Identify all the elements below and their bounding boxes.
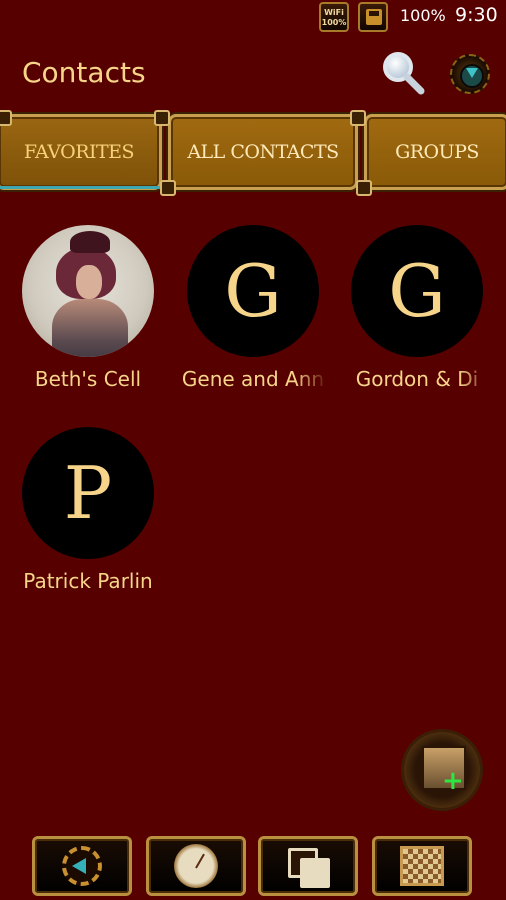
tab-corner-ornament [0, 110, 12, 126]
favorite-contact-patrick[interactable]: P Patrick Parlin [13, 427, 163, 593]
tab-all-contacts[interactable]: ALL CONTACTS [168, 114, 358, 190]
contact-name: Patrick Parlin [23, 569, 153, 593]
wifi-label: WiFi [324, 8, 344, 17]
nav-app-grid-button[interactable] [372, 836, 472, 896]
floppy-disk-icon [358, 2, 388, 32]
contact-name: Gene and Ann [181, 367, 325, 391]
selected-tab-indicator [0, 186, 164, 189]
status-bar: WiFi 100% 100% 9:30 [0, 0, 506, 34]
contact-name: Beth's Cell [34, 367, 142, 391]
app-grid-icon [400, 846, 444, 886]
tab-favorites[interactable]: FAVORITES [0, 114, 162, 190]
nav-home-button[interactable] [146, 836, 246, 896]
tab-corner-ornament [350, 110, 366, 126]
tab-groups[interactable]: GROUPS [364, 114, 506, 190]
page-title: Contacts [22, 56, 146, 89]
back-icon [62, 846, 102, 886]
search-icon [383, 52, 425, 95]
avatar: G [187, 225, 319, 357]
search-button[interactable] [380, 50, 426, 96]
wifi-icon: WiFi 100% [319, 2, 349, 32]
favorite-contact-beth[interactable]: Beth's Cell [13, 225, 163, 391]
avatar: P [22, 427, 154, 559]
clock: 9:30 [455, 4, 498, 26]
favorite-contact-gordon-di[interactable]: G Gordon & Di [342, 225, 492, 391]
wifi-level: 100% [321, 18, 347, 27]
favorite-contact-gene-ann[interactable]: G Gene and Ann [178, 225, 328, 391]
plus-icon: + [442, 766, 464, 796]
nav-recent-apps-button[interactable] [258, 836, 358, 896]
menu-button[interactable] [450, 54, 490, 94]
tab-corner-ornament [160, 180, 176, 196]
add-contact-button[interactable]: + [404, 732, 480, 808]
battery-level: 100% [400, 6, 446, 25]
tab-corner-ornament [154, 110, 170, 126]
tab-corner-ornament [356, 180, 372, 196]
avatar: G [351, 225, 483, 357]
nav-back-button[interactable] [32, 836, 132, 896]
avatar [22, 225, 154, 357]
home-gauge-icon [174, 844, 218, 888]
download-arrow-icon [466, 68, 478, 78]
contact-name: Gordon & Di [355, 367, 479, 391]
recent-apps-icon [288, 848, 330, 888]
